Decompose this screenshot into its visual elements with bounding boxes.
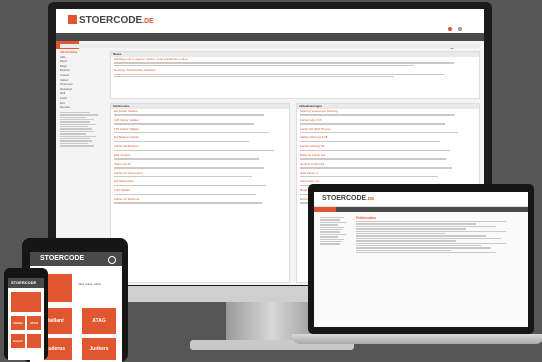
phone-tile[interactable] <box>11 292 41 312</box>
list-item[interactable]: Fehler 4C Buderus <box>111 197 289 206</box>
list-item[interactable]: EA Buderus Fehler <box>111 135 289 144</box>
list-item[interactable]: Junkers Fehler E9 <box>297 162 479 171</box>
settings-icon[interactable] <box>458 27 463 31</box>
list-item[interactable]: Fehler F4 Viessmann <box>111 171 289 180</box>
laptop-base <box>292 334 542 344</box>
phone-tile[interactable]: ATAG <box>27 316 41 330</box>
list-item[interactable]: Fehler E5 Wolf Therme <box>297 127 479 136</box>
list-item[interactable]: F75 Fehler Vaillant <box>111 127 289 136</box>
site-header: STOERCODE.DE <box>56 9 484 49</box>
list-item[interactable]: F.29 Vaillant <box>111 188 289 197</box>
phone-tile[interactable] <box>27 334 41 348</box>
search-icon[interactable] <box>108 256 116 264</box>
news-entry[interactable]: Heizung: Fehlercodes erweitert <box>111 68 479 79</box>
tablet-tile[interactable]: ATAG <box>82 308 116 334</box>
laptop-title: Fehlercodes <box>356 216 376 220</box>
tablet-caption: AEG (alias: AEG) <box>78 282 102 286</box>
site-logo[interactable]: STOERCODE.DE <box>68 15 154 26</box>
phone-tile[interactable]: Vaillant <box>11 316 25 330</box>
list-item[interactable]: Buderus Fehler EA <box>297 153 479 162</box>
laptop-header: STOERCODE.DE <box>314 192 528 207</box>
laptop-nav-active[interactable] <box>314 207 336 212</box>
list-item[interactable]: Störung Viessmann Heizung <box>297 109 479 118</box>
phone-tile[interactable]: Bosch <box>11 334 25 348</box>
header-icons <box>448 18 472 49</box>
list-item[interactable]: Fehler 6A Buderus <box>111 144 289 153</box>
list-item[interactable]: Wolf Fehler 4 <box>297 171 479 180</box>
laptop-logo[interactable]: STOERCODE.DE <box>322 195 374 202</box>
list-item[interactable]: Fehlercode F.05 <box>297 118 479 127</box>
list-item[interactable]: Fehlermeldung 6A <box>297 144 479 153</box>
breadcrumb <box>60 44 480 48</box>
news-panel: Neues Wichtige Info in eigener Sache: ne… <box>110 51 480 99</box>
news-entry[interactable]: Wichtige Info in eigener Sache: neue Fun… <box>111 57 479 68</box>
laptop-screen: STOERCODE.DE Fehlercodes <box>314 192 528 327</box>
list-item[interactable]: Störung F.22 <box>111 162 289 171</box>
laptop-sidebar <box>320 216 350 316</box>
logo-icon <box>68 15 77 24</box>
tablet-header: STOERCODE <box>30 252 122 266</box>
list-item[interactable]: F28 Fehler Vaillant <box>111 118 289 127</box>
phone-logo[interactable]: STOERCODE <box>11 280 36 285</box>
laptop-content: Fehlercodes <box>356 216 522 320</box>
tablet-logo[interactable]: STOERCODE <box>40 255 84 262</box>
list-item[interactable]: Vaillant Störung F.28 <box>297 135 479 144</box>
main-nav: StartseiteHerstellerSucheFehlercodeForum… <box>56 33 484 49</box>
laptop-nav <box>314 207 528 212</box>
list-item[interactable]: EA Fehler Vaillant <box>111 109 289 118</box>
user-icon[interactable] <box>448 27 452 31</box>
list-item[interactable]: E9 Wolf Fehler <box>111 179 289 188</box>
phone-header: STOERCODE <box>8 278 44 288</box>
list-item[interactable]: E01 Junkers <box>111 153 289 162</box>
tablet-tile[interactable]: Junkers <box>82 338 116 360</box>
errors-panel: Fehlercodes EA Fehler Vaillant F28 Fehle… <box>110 103 290 283</box>
sidebar-item[interactable]: Remeha <box>60 106 106 111</box>
phone-screen: STOERCODE Vaillant ATAG Bosch <box>8 278 44 360</box>
